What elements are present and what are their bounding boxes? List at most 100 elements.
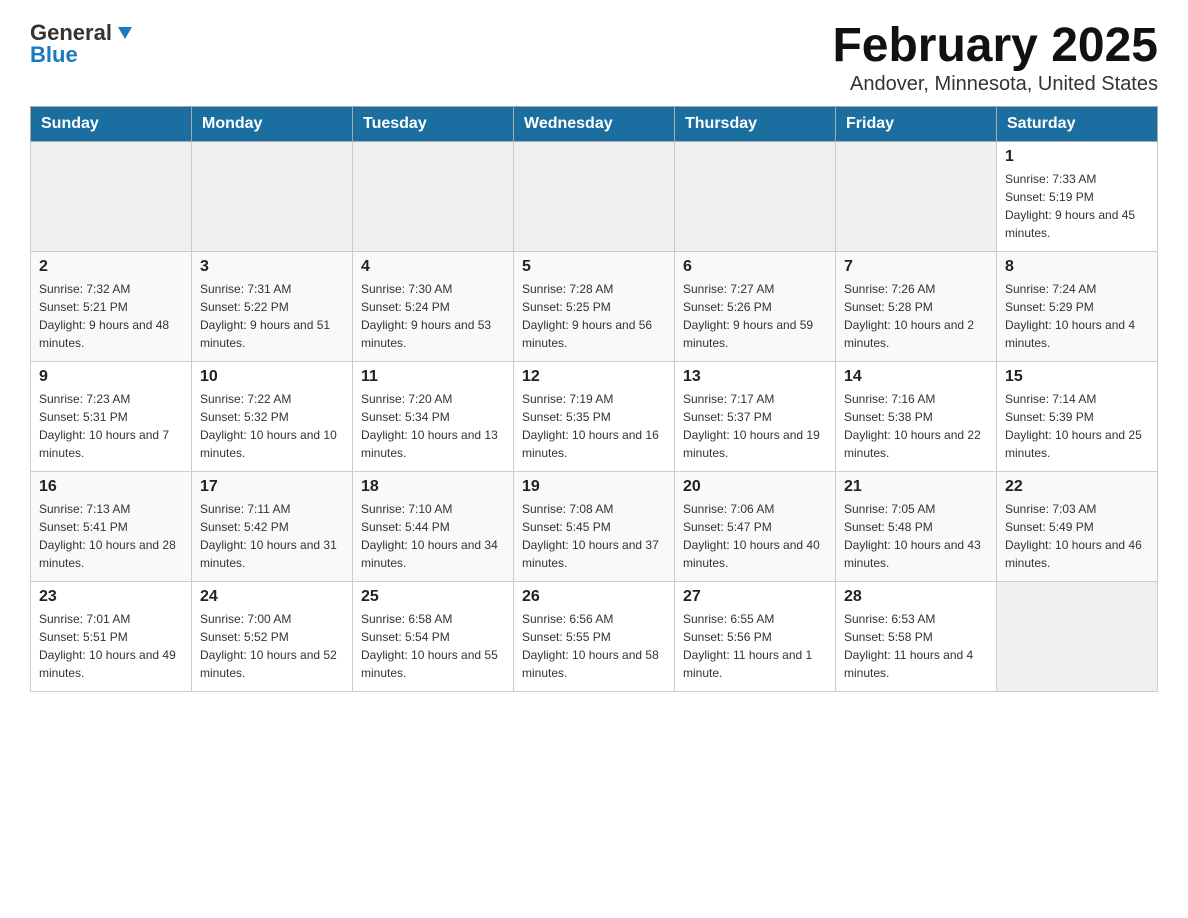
day-number: 11 (361, 368, 505, 386)
day-number: 12 (522, 368, 666, 386)
day-number: 27 (683, 588, 827, 606)
day-number: 9 (39, 368, 183, 386)
title-block: February 2025 Andover, Minnesota, United… (832, 20, 1158, 96)
day-number: 8 (1005, 258, 1149, 276)
day-info: Sunrise: 7:27 AM Sunset: 5:26 PM Dayligh… (683, 280, 827, 352)
day-number: 28 (844, 588, 988, 606)
calendar-week-row: 16 Sunrise: 7:13 AM Sunset: 5:41 PM Dayli… (31, 471, 1158, 581)
day-info: Sunrise: 7:11 AM Sunset: 5:42 PM Dayligh… (200, 500, 344, 572)
calendar-cell: 25 Sunrise: 6:58 AM Sunset: 5:54 PM Dayli… (353, 581, 514, 691)
day-number: 13 (683, 368, 827, 386)
calendar-cell: 5 Sunrise: 7:28 AM Sunset: 5:25 PM Daylig… (514, 251, 675, 361)
day-info: Sunrise: 7:23 AM Sunset: 5:31 PM Dayligh… (39, 390, 183, 462)
day-info: Sunrise: 7:30 AM Sunset: 5:24 PM Dayligh… (361, 280, 505, 352)
calendar-cell: 8Sunrise: 7:24 AM Sunset: 5:29 PM Daylig… (997, 251, 1158, 361)
calendar-table: SundayMondayTuesdayWednesdayThursdayFrid… (30, 106, 1158, 692)
day-number: 24 (200, 588, 344, 606)
calendar-cell (514, 141, 675, 251)
calendar-cell: 1 Sunrise: 7:33 AM Sunset: 5:19 PM Daylig… (997, 141, 1158, 251)
day-info: Sunrise: 7:13 AM Sunset: 5:41 PM Dayligh… (39, 500, 183, 572)
calendar-cell: 18 Sunrise: 7:10 AM Sunset: 5:44 PM Dayli… (353, 471, 514, 581)
calendar-cell: 17 Sunrise: 7:11 AM Sunset: 5:42 PM Dayli… (192, 471, 353, 581)
day-number: 1 (1005, 148, 1149, 166)
day-number: 17 (200, 478, 344, 496)
day-of-week-header: Tuesday (353, 106, 514, 141)
calendar-cell: 27Sunrise: 6:55 AM Sunset: 5:56 PM Dayli… (675, 581, 836, 691)
calendar-cell: 6 Sunrise: 7:27 AM Sunset: 5:26 PM Daylig… (675, 251, 836, 361)
day-number: 23 (39, 588, 183, 606)
day-info: Sunrise: 7:26 AM Sunset: 5:28 PM Dayligh… (844, 280, 988, 352)
day-number: 20 (683, 478, 827, 496)
logo-blue-text: Blue (30, 42, 78, 68)
calendar-cell: 7 Sunrise: 7:26 AM Sunset: 5:28 PM Daylig… (836, 251, 997, 361)
day-info: Sunrise: 7:32 AM Sunset: 5:21 PM Dayligh… (39, 280, 183, 352)
calendar-cell: 20 Sunrise: 7:06 AM Sunset: 5:47 PM Dayli… (675, 471, 836, 581)
calendar-cell: 24 Sunrise: 7:00 AM Sunset: 5:52 PM Dayli… (192, 581, 353, 691)
logo-arrow-icon (114, 21, 136, 43)
day-number: 22 (1005, 478, 1149, 496)
day-info: Sunrise: 7:33 AM Sunset: 5:19 PM Dayligh… (1005, 170, 1149, 242)
day-number: 16 (39, 478, 183, 496)
day-info: Sunrise: 7:20 AM Sunset: 5:34 PM Dayligh… (361, 390, 505, 462)
day-info: Sunrise: 7:14 AM Sunset: 5:39 PM Dayligh… (1005, 390, 1149, 462)
day-number: 18 (361, 478, 505, 496)
calendar-cell (192, 141, 353, 251)
day-info: Sunrise: 6:53 AM Sunset: 5:58 PM Dayligh… (844, 610, 988, 682)
calendar-week-row: 1 Sunrise: 7:33 AM Sunset: 5:19 PM Daylig… (31, 141, 1158, 251)
day-info: Sunrise: 7:08 AM Sunset: 5:45 PM Dayligh… (522, 500, 666, 572)
calendar-cell: 9 Sunrise: 7:23 AM Sunset: 5:31 PM Daylig… (31, 361, 192, 471)
day-number: 26 (522, 588, 666, 606)
day-info: Sunrise: 7:17 AM Sunset: 5:37 PM Dayligh… (683, 390, 827, 462)
day-info: Sunrise: 7:28 AM Sunset: 5:25 PM Dayligh… (522, 280, 666, 352)
day-of-week-header: Thursday (675, 106, 836, 141)
day-info: Sunrise: 7:06 AM Sunset: 5:47 PM Dayligh… (683, 500, 827, 572)
day-number: 4 (361, 258, 505, 276)
calendar-cell: 15 Sunrise: 7:14 AM Sunset: 5:39 PM Dayli… (997, 361, 1158, 471)
day-number: 2 (39, 258, 183, 276)
day-number: 5 (522, 258, 666, 276)
calendar-cell (675, 141, 836, 251)
day-info: Sunrise: 7:10 AM Sunset: 5:44 PM Dayligh… (361, 500, 505, 572)
calendar-cell: 23Sunrise: 7:01 AM Sunset: 5:51 PM Dayli… (31, 581, 192, 691)
calendar-cell (997, 581, 1158, 691)
logo: General Blue (30, 20, 136, 68)
day-info: Sunrise: 6:56 AM Sunset: 5:55 PM Dayligh… (522, 610, 666, 682)
calendar-cell: 19 Sunrise: 7:08 AM Sunset: 5:45 PM Dayli… (514, 471, 675, 581)
calendar-cell: 16 Sunrise: 7:13 AM Sunset: 5:41 PM Dayli… (31, 471, 192, 581)
calendar-cell: 12 Sunrise: 7:19 AM Sunset: 5:35 PM Dayli… (514, 361, 675, 471)
day-info: Sunrise: 6:58 AM Sunset: 5:54 PM Dayligh… (361, 610, 505, 682)
day-number: 19 (522, 478, 666, 496)
calendar-cell: 26 Sunrise: 6:56 AM Sunset: 5:55 PM Dayli… (514, 581, 675, 691)
day-info: Sunrise: 7:03 AM Sunset: 5:49 PM Dayligh… (1005, 500, 1149, 572)
day-number: 21 (844, 478, 988, 496)
calendar-header-row: SundayMondayTuesdayWednesdayThursdayFrid… (31, 106, 1158, 141)
calendar-cell: 21Sunrise: 7:05 AM Sunset: 5:48 PM Dayli… (836, 471, 997, 581)
day-number: 7 (844, 258, 988, 276)
day-info: Sunrise: 7:31 AM Sunset: 5:22 PM Dayligh… (200, 280, 344, 352)
day-of-week-header: Saturday (997, 106, 1158, 141)
calendar-week-row: 2 Sunrise: 7:32 AM Sunset: 5:21 PM Daylig… (31, 251, 1158, 361)
calendar-cell: 28 Sunrise: 6:53 AM Sunset: 5:58 PM Dayli… (836, 581, 997, 691)
day-info: Sunrise: 7:00 AM Sunset: 5:52 PM Dayligh… (200, 610, 344, 682)
calendar-cell: 11 Sunrise: 7:20 AM Sunset: 5:34 PM Dayli… (353, 361, 514, 471)
day-number: 10 (200, 368, 344, 386)
calendar-cell: 2 Sunrise: 7:32 AM Sunset: 5:21 PM Daylig… (31, 251, 192, 361)
page-header: General Blue February 2025 Andover, Minn… (30, 20, 1158, 96)
day-number: 6 (683, 258, 827, 276)
day-of-week-header: Sunday (31, 106, 192, 141)
day-info: Sunrise: 7:19 AM Sunset: 5:35 PM Dayligh… (522, 390, 666, 462)
day-of-week-header: Monday (192, 106, 353, 141)
day-number: 25 (361, 588, 505, 606)
day-number: 3 (200, 258, 344, 276)
calendar-cell (31, 141, 192, 251)
day-info: Sunrise: 7:16 AM Sunset: 5:38 PM Dayligh… (844, 390, 988, 462)
calendar-week-row: 9 Sunrise: 7:23 AM Sunset: 5:31 PM Daylig… (31, 361, 1158, 471)
calendar-cell (836, 141, 997, 251)
calendar-cell: 3 Sunrise: 7:31 AM Sunset: 5:22 PM Daylig… (192, 251, 353, 361)
day-info: Sunrise: 7:22 AM Sunset: 5:32 PM Dayligh… (200, 390, 344, 462)
calendar-cell: 22 Sunrise: 7:03 AM Sunset: 5:49 PM Dayli… (997, 471, 1158, 581)
day-of-week-header: Friday (836, 106, 997, 141)
calendar-cell: 4 Sunrise: 7:30 AM Sunset: 5:24 PM Daylig… (353, 251, 514, 361)
day-number: 15 (1005, 368, 1149, 386)
calendar-cell: 13 Sunrise: 7:17 AM Sunset: 5:37 PM Dayli… (675, 361, 836, 471)
